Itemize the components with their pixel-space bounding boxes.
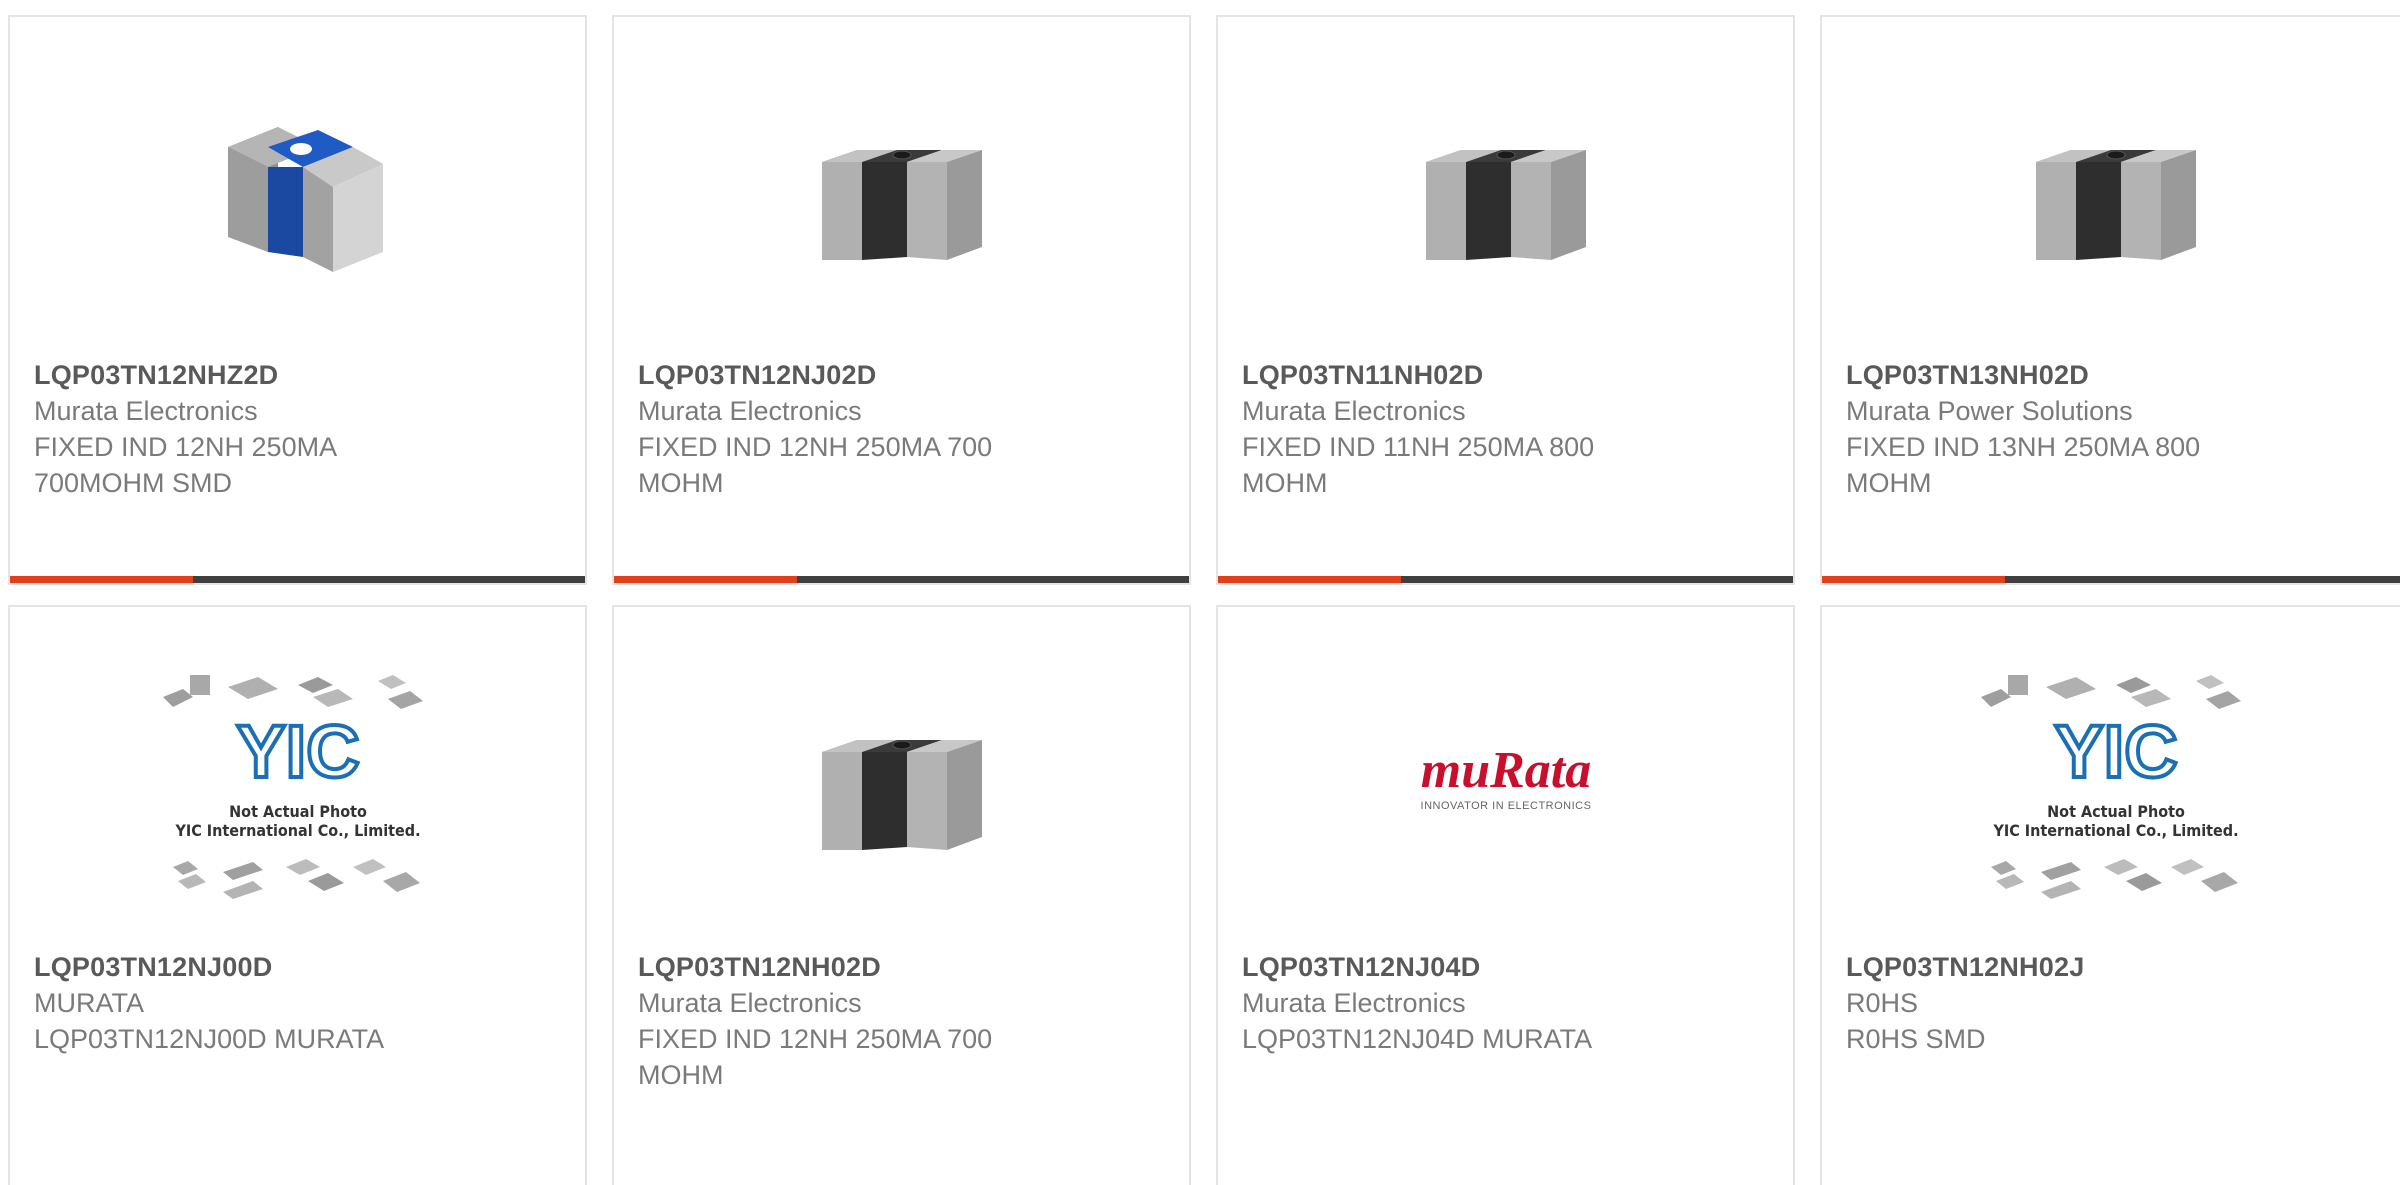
product-image[interactable]	[198, 87, 398, 287]
part-number[interactable]: LQP03TN12NJ00D	[34, 949, 565, 985]
description: R0HS SMD	[1846, 1024, 1986, 1054]
product-image[interactable]	[2016, 87, 2216, 287]
product-card[interactable]: LQP03TN12NH02D Murata Electronics FIXED …	[612, 605, 1191, 1185]
yic-logo-text: YIC	[2054, 710, 2177, 793]
part-number[interactable]: LQP03TN12NJ02D	[638, 357, 1169, 393]
black-chip-inductor-icon	[821, 150, 982, 260]
card-footer-accent	[1822, 576, 2005, 583]
description: FIXED IND 12NH 250MA 700 MOHM	[638, 432, 993, 498]
product-image[interactable]	[1406, 87, 1606, 287]
not-actual-photo-icon: YIC Not Actual Photo YIC International C…	[162, 675, 423, 899]
yic-logo-text: YIC	[236, 710, 359, 793]
murata-logo-text: muRata	[1420, 742, 1591, 799]
part-number[interactable]: LQP03TN12NH02D	[638, 949, 1169, 985]
black-chip-inductor-icon	[821, 740, 982, 850]
manufacturer: Murata Electronics	[1242, 396, 1466, 426]
card-footer-bar	[1218, 576, 1793, 583]
not-actual-photo-line2: YIC International Co., Limited.	[174, 821, 420, 840]
black-chip-inductor-icon	[1425, 150, 1586, 260]
product-image[interactable]: YIC Not Actual Photo YIC International C…	[148, 667, 448, 927]
product-card[interactable]: LQP03TN13NH02D Murata Power Solutions FI…	[1820, 15, 2400, 585]
manufacturer: Murata Electronics	[638, 988, 862, 1018]
description: FIXED IND 11NH 250MA 800 MOHM	[1242, 432, 1595, 498]
product-card[interactable]: muRata INNOVATOR IN ELECTRONICS LQP03TN1…	[1216, 605, 1795, 1185]
product-image[interactable]: YIC Not Actual Photo YIC International C…	[1966, 667, 2266, 927]
black-chip-inductor-icon	[2036, 150, 2196, 260]
not-actual-photo-line1: Not Actual Photo	[229, 802, 367, 821]
manufacturer: Murata Electronics	[638, 396, 862, 426]
product-card[interactable]: LQP03TN12NHZ2D Murata Electronics FIXED …	[8, 15, 587, 585]
product-card[interactable]: YIC Not Actual Photo YIC International C…	[8, 605, 587, 1185]
product-image[interactable]	[802, 677, 1002, 877]
murata-logo-icon: muRata INNOVATOR IN ELECTRONICS	[1420, 742, 1591, 812]
product-card[interactable]: LQP03TN11NH02D Murata Electronics FIXED …	[1216, 15, 1795, 585]
card-footer-accent	[1218, 576, 1401, 583]
part-number[interactable]: LQP03TN12NJ04D	[1242, 949, 1773, 985]
manufacturer: Murata Electronics	[34, 396, 258, 426]
manufacturer: Murata Power Solutions	[1846, 396, 2133, 426]
not-actual-photo-icon: YIC Not Actual Photo YIC International C…	[1981, 675, 2241, 899]
manufacturer: Murata Electronics	[1242, 988, 1466, 1018]
product-image[interactable]	[802, 87, 1002, 287]
part-number[interactable]: LQP03TN12NHZ2D	[34, 357, 565, 393]
not-actual-photo-line1: Not Actual Photo	[2047, 802, 2185, 821]
description: LQP03TN12NJ00D MURATA	[34, 1024, 385, 1054]
not-actual-photo-line2: YIC International Co., Limited.	[1992, 821, 2238, 840]
part-number[interactable]: LQP03TN12NH02J	[1846, 949, 2390, 985]
product-card[interactable]: YIC Not Actual Photo YIC International C…	[1820, 605, 2400, 1185]
product-grid: LQP03TN12NHZ2D Murata Electronics FIXED …	[0, 0, 2400, 1185]
product-image[interactable]: muRata INNOVATOR IN ELECTRONICS	[1386, 677, 1626, 877]
blue-chip-inductor-icon	[227, 127, 383, 272]
part-number[interactable]: LQP03TN11NH02D	[1242, 357, 1773, 393]
description: FIXED IND 12NH 250MA 700 MOHM	[638, 1024, 993, 1090]
description: LQP03TN12NJ04D MURATA	[1242, 1024, 1593, 1054]
card-footer-bar	[10, 576, 585, 583]
murata-tagline: INNOVATOR IN ELECTRONICS	[1420, 800, 1591, 812]
card-footer-accent	[10, 576, 193, 583]
description: FIXED IND 13NH 250MA 800 MOHM	[1846, 432, 2201, 498]
manufacturer: R0HS	[1846, 988, 1919, 1018]
card-footer-accent	[614, 576, 797, 583]
card-footer-bar	[1822, 576, 2400, 583]
description: FIXED IND 12NH 250MA 700MOHM SMD	[34, 432, 336, 498]
product-card[interactable]: LQP03TN12NJ02D Murata Electronics FIXED …	[612, 15, 1191, 585]
part-number[interactable]: LQP03TN13NH02D	[1846, 357, 2390, 393]
manufacturer: MURATA	[34, 988, 144, 1018]
card-footer-bar	[614, 576, 1189, 583]
